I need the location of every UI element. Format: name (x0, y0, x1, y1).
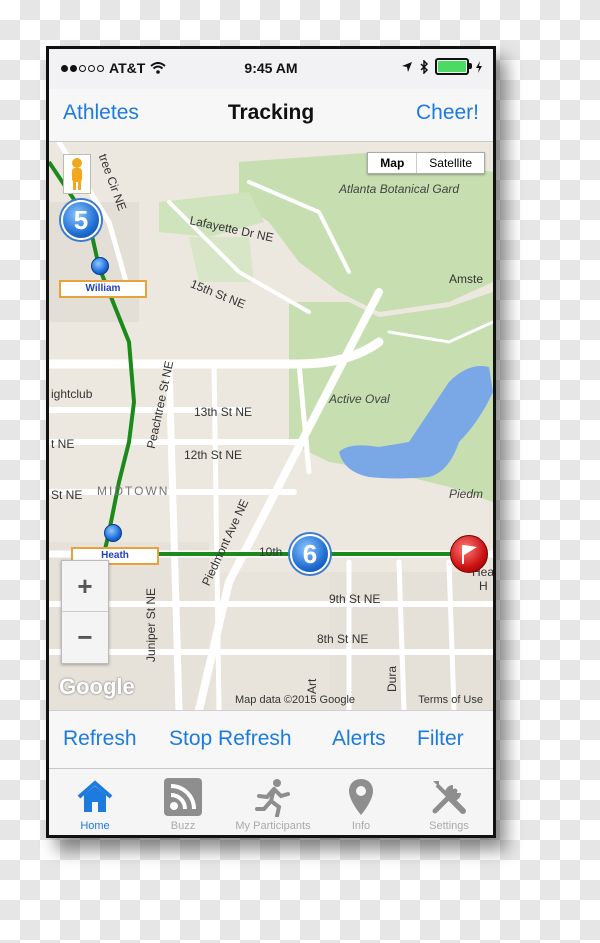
map-label: 12th St NE (184, 448, 243, 462)
map-type-map-button[interactable]: Map (368, 153, 418, 173)
tab-label: Home (80, 820, 110, 832)
zoom-out-button[interactable]: − (62, 612, 108, 662)
map-label: Dura (385, 665, 399, 692)
tools-icon (405, 775, 493, 819)
map-label: St NE (51, 488, 83, 502)
tab-label: My Participants (235, 820, 311, 832)
tab-buzz[interactable]: Buzz (139, 775, 227, 832)
athlete-label-william[interactable]: William (59, 280, 147, 298)
map-data-attribution: Map data ©2015 Google (235, 694, 356, 706)
map-label: Art (305, 678, 319, 694)
map-label: Active Oval (329, 392, 390, 406)
tab-label: Buzz (170, 820, 196, 832)
map-type-satellite-button[interactable]: Satellite (417, 153, 484, 173)
athletes-button[interactable]: Athletes (63, 101, 139, 125)
bluetooth-icon (420, 59, 429, 74)
rss-icon (139, 775, 227, 819)
tab-settings[interactable]: Settings (405, 775, 493, 832)
runner-icon (227, 775, 319, 819)
stop-refresh-button[interactable]: Stop Refresh (169, 727, 292, 751)
map-label: H (479, 579, 488, 593)
alerts-button[interactable]: Alerts (332, 727, 386, 751)
phone-frame: AT&T 9:45 AM Athletes Tracking Cheer! Ma… (46, 46, 496, 838)
cheer-button[interactable]: Cheer! (416, 101, 479, 125)
route-marker-6[interactable]: 6 (290, 534, 330, 574)
google-logo: Google (59, 674, 135, 699)
finish-flag-icon[interactable] (450, 535, 488, 573)
home-icon (51, 775, 139, 819)
action-bar: Refresh Stop Refresh Alerts Filter (49, 710, 493, 769)
status-bar: AT&T 9:45 AM (49, 49, 493, 89)
location-pin-icon (317, 775, 405, 819)
street-view-pegman-icon[interactable] (63, 154, 91, 194)
map-label: t NE (51, 437, 75, 451)
map-label: ightclub (51, 387, 93, 401)
tab-bar: Home Buzz My Participants Info Settings (49, 768, 493, 835)
map-label: 8th St NE (317, 632, 369, 646)
map-type-control: Map Satellite (367, 152, 485, 174)
tab-info[interactable]: Info (317, 775, 405, 832)
filter-button[interactable]: Filter (417, 727, 464, 751)
map-label: Atlanta Botanical Gard (339, 182, 460, 196)
map-label: 9th St NE (329, 592, 381, 606)
map-label: 13th St NE (194, 405, 253, 419)
route-marker-5[interactable]: 5 (61, 200, 101, 240)
map-label: Juniper St NE (144, 587, 158, 662)
athlete-pin-william[interactable] (91, 257, 109, 275)
athlete-pin-heath[interactable] (104, 524, 122, 542)
tab-label: Settings (429, 820, 469, 832)
charging-icon (476, 60, 482, 73)
zoom-in-button[interactable]: + (62, 561, 108, 612)
map-view[interactable]: Map Satellite tree Cir NE Lafayette Dr N… (49, 142, 493, 710)
status-right (401, 58, 483, 75)
refresh-button[interactable]: Refresh (63, 727, 137, 751)
terms-of-use-link[interactable]: Terms of Use (418, 694, 483, 706)
map-label: 10th (259, 545, 283, 559)
tab-my-participants[interactable]: My Participants (227, 775, 319, 832)
nav-bar: Athletes Tracking Cheer! (49, 89, 493, 142)
location-arrow-icon (402, 61, 412, 72)
map-label: Amste (449, 272, 484, 286)
battery-icon (435, 58, 472, 75)
map-label: MIDTOWN (97, 484, 170, 498)
map-label: Piedm (449, 487, 484, 501)
map-base (49, 142, 493, 710)
zoom-control: + − (61, 560, 109, 664)
tab-label: Info (351, 820, 371, 832)
tab-home[interactable]: Home (51, 775, 139, 832)
